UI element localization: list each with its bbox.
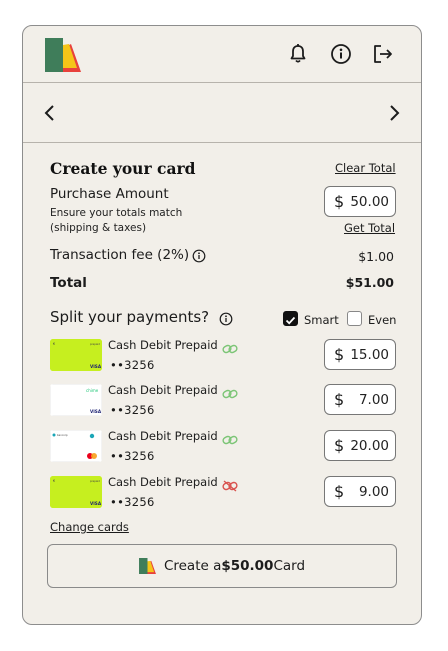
create-card-amount: $50.00 <box>221 558 274 574</box>
info-icon[interactable] <box>330 43 352 65</box>
card-split-amount-input[interactable]: $20.00 <box>324 430 396 461</box>
purchase-hint-sub: (shipping & taxes) <box>50 222 147 234</box>
even-split-checkbox[interactable] <box>347 311 362 326</box>
create-card-suffix: Card <box>273 558 306 574</box>
clear-total-link[interactable]: Clear Total <box>335 161 396 175</box>
currency-symbol: $ <box>334 482 345 501</box>
unlinked-icon <box>222 480 238 492</box>
create-card-button[interactable]: Create a $50.00 Card <box>47 544 397 588</box>
svg-text:VISA: VISA <box>90 501 102 506</box>
card-name: Cash Debit Prepaid <box>108 475 218 489</box>
card-thumbnail: chime VISA <box>50 384 102 416</box>
card-thumbnail: € prepaid VISA <box>50 476 102 508</box>
currency-symbol: $ <box>334 192 345 211</box>
card-art-icon: bancorp <box>50 430 102 462</box>
carousel-next-button[interactable] <box>381 98 407 128</box>
get-total-link[interactable]: Get Total <box>344 221 395 235</box>
smart-split-label: Smart <box>304 313 339 327</box>
purchase-hint: Ensure your totals match <box>50 207 183 219</box>
purchase-amount-input[interactable]: $ 50.00 <box>324 186 396 217</box>
app-logo-icon <box>138 558 156 574</box>
smart-split-checkbox[interactable] <box>283 311 298 326</box>
card-link-status[interactable] <box>222 431 238 450</box>
change-cards-link[interactable]: Change cards <box>50 520 129 534</box>
card-name: Cash Debit Prepaid <box>108 338 218 352</box>
card-thumbnail: € prepaid VISA <box>50 339 102 371</box>
transaction-fee-label: Transaction fee (2%) <box>50 247 190 263</box>
card-art-icon: € prepaid VISA <box>50 476 102 508</box>
card-number: ••3256 <box>110 403 155 417</box>
card-name: Cash Debit Prepaid <box>108 429 218 443</box>
transaction-fee-value: $1.00 <box>358 249 394 264</box>
purchase-amount-label: Purchase Amount <box>50 186 169 202</box>
card-thumbnail: bancorp <box>50 430 102 462</box>
app-header <box>23 26 421 83</box>
card-link-status[interactable] <box>222 477 238 496</box>
chevron-left-icon <box>44 105 54 121</box>
logout-icon[interactable] <box>372 43 394 65</box>
section-title: Create your card <box>50 159 196 178</box>
chevron-right-icon <box>390 105 400 121</box>
split-payments-title: Split your payments? <box>50 308 210 326</box>
card-split-amount-value: 7.00 <box>358 391 389 408</box>
linked-icon <box>222 344 238 354</box>
svg-text:VISA: VISA <box>90 409 102 414</box>
card-name: Cash Debit Prepaid <box>108 383 218 397</box>
svg-text:bancorp: bancorp <box>57 433 68 437</box>
carousel-prev-button[interactable] <box>37 98 63 128</box>
linked-icon <box>222 389 238 399</box>
card-carousel <box>23 83 421 143</box>
svg-text:€: € <box>53 479 55 483</box>
linked-icon <box>222 435 238 445</box>
card-creator-panel: Create your card Clear Total Purchase Am… <box>22 25 422 625</box>
card-number: ••3256 <box>110 495 155 509</box>
card-link-status[interactable] <box>222 385 238 404</box>
checkmark-icon <box>285 316 296 325</box>
svg-text:prepaid: prepaid <box>90 479 100 483</box>
fee-info-icon[interactable] <box>192 249 206 263</box>
currency-symbol: $ <box>334 436 345 455</box>
total-label: Total <box>50 275 87 291</box>
card-link-status[interactable] <box>222 340 238 359</box>
svg-text:prepaid: prepaid <box>90 342 100 346</box>
currency-symbol: $ <box>334 390 345 409</box>
card-number: ••3256 <box>110 449 155 463</box>
currency-symbol: $ <box>334 345 345 364</box>
card-split-amount-value: 9.00 <box>358 483 389 500</box>
card-split-amount-input[interactable]: $9.00 <box>324 476 396 507</box>
purchase-amount-value: 50.00 <box>350 193 389 210</box>
create-card-prefix: Create a <box>163 558 222 574</box>
bell-icon[interactable] <box>287 43 309 65</box>
card-split-amount-input[interactable]: $7.00 <box>324 384 396 415</box>
svg-text:VISA: VISA <box>90 364 102 369</box>
card-art-icon: chime VISA <box>50 384 102 416</box>
card-number: ••3256 <box>110 358 155 372</box>
card-split-amount-value: 15.00 <box>350 346 389 363</box>
card-split-amount-input[interactable]: $15.00 <box>324 339 396 370</box>
card-split-amount-value: 20.00 <box>350 437 389 454</box>
split-info-icon[interactable] <box>219 312 233 326</box>
app-logo-icon <box>45 38 81 72</box>
even-split-label: Even <box>368 313 397 327</box>
svg-text:chime: chime <box>86 388 99 393</box>
svg-text:€: € <box>53 342 55 346</box>
total-value: $51.00 <box>345 275 394 290</box>
card-art-icon: € prepaid VISA <box>50 339 102 371</box>
